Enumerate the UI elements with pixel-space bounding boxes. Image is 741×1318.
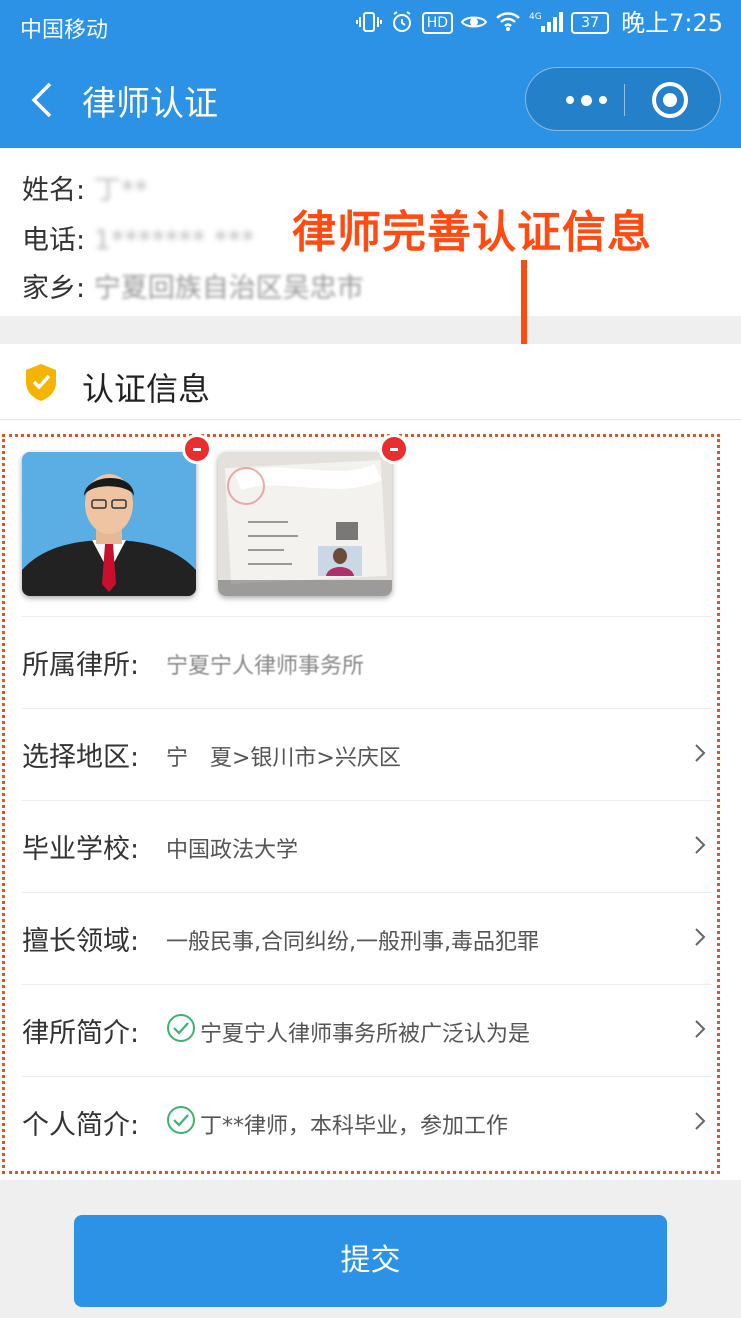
field-personal-intro[interactable]: 个人简介: 丁**律师，本科毕业，参加工作 [22,1076,712,1168]
submit-button[interactable]: 提交 [74,1215,667,1307]
target-close-icon[interactable] [652,82,688,118]
field-label: 选择地区: [22,742,140,773]
top-bar: 中国移动 HD 4G 37 晚上7:25 律师认证 [0,0,741,148]
annotation-text: 律师完善认证信息 [292,207,652,258]
phone-row: 电话: 1******* *** [22,218,254,257]
more-dots-icon[interactable] [550,68,622,132]
field-value: 一般民事,合同纠纷,一般刑事,毒品犯罪 [166,930,539,955]
lawyer-portrait-photo[interactable] [22,452,196,596]
home-row: 家乡: 宁夏回族自治区吴忠市 [22,266,364,305]
check-circle-icon [167,1014,195,1042]
field-label: 擅长领域: [22,926,140,957]
license-photo[interactable] [218,452,392,596]
alarm-icon [390,10,414,36]
status-icons: HD 4G 37 晚上7:25 [355,9,723,37]
network-label: 4G [529,12,542,22]
phone-value: 1******* *** [93,225,255,256]
name-row: 姓名: 丁** [22,168,148,207]
mini-program-capsule [525,67,721,131]
cert-title: 认证信息 [82,370,211,408]
remove-photo-2-icon[interactable] [379,434,409,464]
name-value: 丁** [93,175,148,206]
phone-label: 电话: [22,225,86,256]
chevron-right-icon [695,1112,706,1130]
eye-icon [460,10,488,36]
field-school[interactable]: 毕业学校: 中国政法大学 [22,800,712,892]
field-expertise[interactable]: 擅长领域: 一般民事,合同纠纷,一般刑事,毒品犯罪 [22,892,712,984]
field-value: 宁夏宁人律师事务所 [166,654,365,679]
home-value: 宁夏回族自治区吴忠市 [93,273,364,304]
field-value: 丁**律师，本科毕业，参加工作 [200,1114,509,1139]
shield-check-icon [26,364,56,401]
chevron-right-icon [695,1020,706,1038]
check-circle-icon [167,1106,195,1134]
name-label: 姓名: [22,175,86,206]
home-label: 家乡: [22,273,86,304]
battery-icon: 37 [571,12,610,34]
vibrate-icon [355,10,382,36]
signal-icon: 4G [529,10,564,36]
wifi-icon [495,10,521,36]
clock-time: 晚上7:25 [621,9,723,37]
carrier-label: 中国移动 [20,18,109,43]
page-title: 律师认证 [82,84,218,124]
field-value: 宁 夏>银川市>兴庆区 [166,746,401,771]
field-value: 宁夏宁人律师事务所被广泛认为是 [200,1022,531,1047]
chevron-right-icon [695,928,706,946]
field-region[interactable]: 选择地区: 宁 夏>银川市>兴庆区 [22,708,712,800]
chevron-right-icon [695,836,706,854]
field-value: 中国政法大学 [166,838,299,863]
field-label: 个人简介: [22,1110,140,1141]
capsule-divider [624,84,625,116]
field-label: 毕业学校: [22,834,140,865]
field-label: 所属律所: [22,650,140,681]
field-label: 律所简介: [22,1018,140,1049]
field-firm-intro[interactable]: 律所简介: 宁夏宁人律师事务所被广泛认为是 [22,984,712,1076]
chevron-left-icon[interactable] [28,80,54,120]
cert-header: 认证信息 [0,344,741,420]
chevron-right-icon [695,744,706,762]
remove-photo-1-icon[interactable] [182,434,212,464]
status-bar: 中国移动 HD 4G 37 晚上7:25 [0,0,741,52]
hd-badge: HD [421,12,454,34]
field-law-firm[interactable]: 所属律所: 宁夏宁人律师事务所 [22,616,712,708]
cert-section: 认证信息 所属律所: 宁夏宁人律师事务所 选择地区: 宁 夏>银川市>兴庆区 毕… [0,344,741,1180]
